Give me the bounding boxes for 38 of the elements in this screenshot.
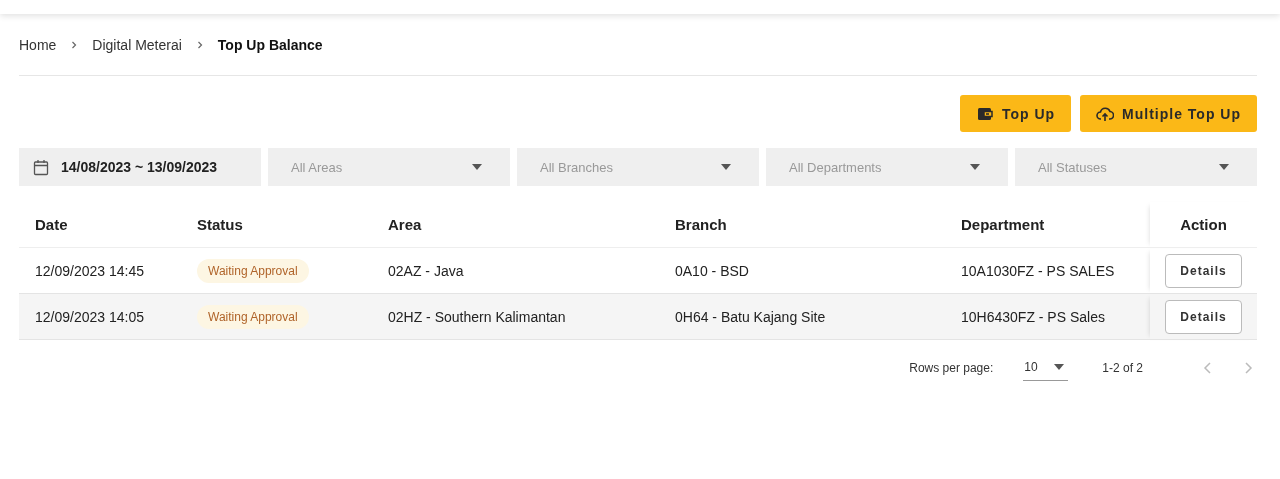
cloud-upload-icon bbox=[1096, 104, 1115, 123]
table-cell: 0A10 - BSD bbox=[659, 247, 945, 294]
page-range: 1-2 of 2 bbox=[1102, 360, 1143, 375]
chevron-right-icon bbox=[70, 40, 79, 49]
calendar-icon bbox=[33, 158, 49, 176]
column-header: Department bbox=[945, 202, 1150, 248]
details-button[interactable]: Details bbox=[1165, 299, 1242, 334]
breadcrumb-item[interactable]: Home bbox=[19, 36, 57, 53]
breadcrumb-item[interactable]: Digital Meterai bbox=[92, 36, 182, 53]
status-badge: Waiting Approval bbox=[197, 258, 309, 283]
caret-down-icon bbox=[970, 164, 980, 170]
top-up-button[interactable]: Multiple Top Up bbox=[1080, 95, 1257, 132]
caret-down-icon bbox=[1053, 364, 1064, 370]
column-header: Branch bbox=[659, 202, 945, 248]
top-up-button[interactable]: Top Up bbox=[959, 95, 1072, 132]
date-range-field[interactable]: 14/08/2023 ~ 13/09/2023 bbox=[19, 148, 261, 186]
table-cell: 10H6430FZ - PS Sales bbox=[945, 293, 1150, 340]
caret-down-icon bbox=[721, 164, 731, 170]
caret-down-icon bbox=[472, 164, 482, 170]
chevron-right-icon bbox=[195, 40, 204, 49]
breadcrumb-item: Top Up Balance bbox=[217, 36, 323, 53]
table-cell: 12/09/2023 14:05 bbox=[19, 293, 181, 340]
details-button[interactable]: Details bbox=[1165, 253, 1242, 288]
column-header: Area bbox=[372, 202, 659, 248]
chevron-left-icon bbox=[1203, 360, 1213, 375]
caret-down-icon bbox=[1219, 164, 1229, 170]
table-cell: 12/09/2023 14:45 bbox=[19, 247, 181, 294]
table-cell: 02HZ - Southern Kalimantan bbox=[372, 293, 659, 340]
table-cell: 02AZ - Java bbox=[372, 247, 659, 294]
table-cell: 0H64 - Batu Kajang Site bbox=[659, 293, 945, 340]
chevron-right-icon bbox=[1243, 360, 1253, 375]
column-header: Date bbox=[19, 202, 181, 248]
status-badge: Waiting Approval bbox=[197, 304, 309, 329]
rows-per-page-label: Rows per page: bbox=[909, 360, 994, 375]
rows-per-page-select[interactable]: 10 bbox=[1023, 354, 1069, 381]
column-header: Status bbox=[181, 202, 372, 248]
column-header: Action bbox=[1150, 202, 1257, 248]
table-cell: 10A1030FZ - PS SALES bbox=[945, 247, 1150, 294]
